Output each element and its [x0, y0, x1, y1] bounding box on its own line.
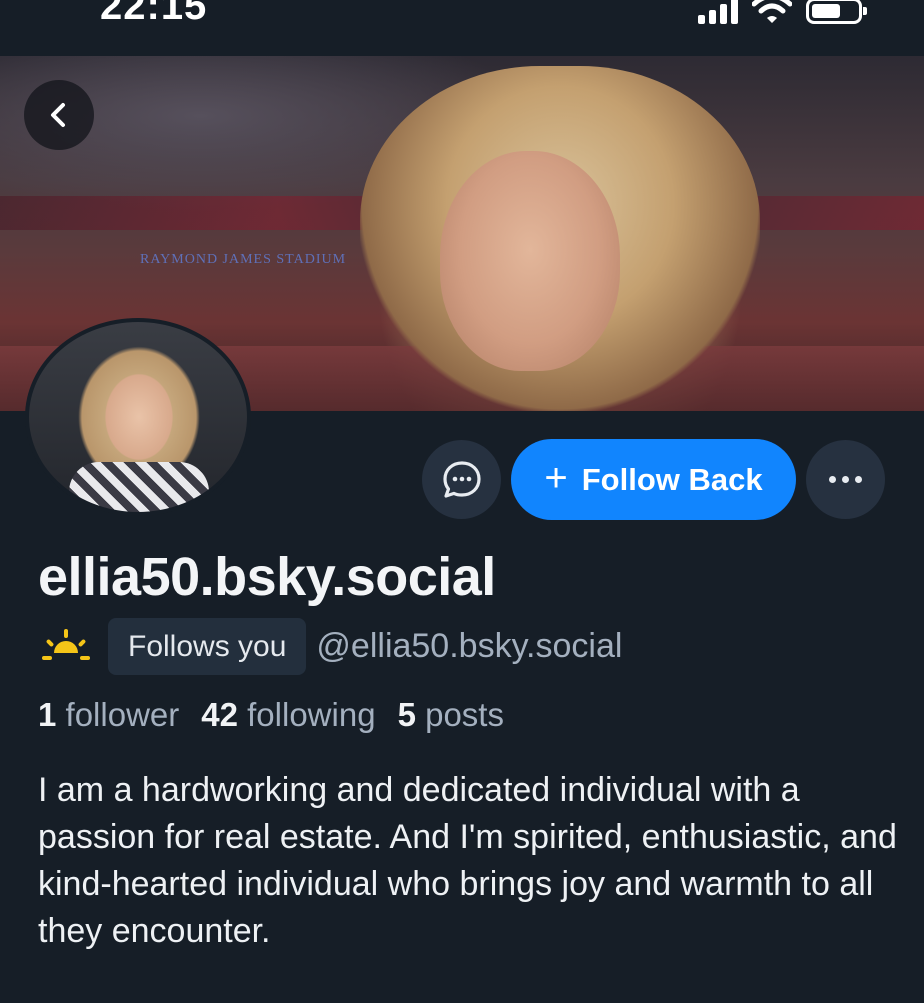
posts-stat: 5 posts	[398, 696, 504, 734]
plus-icon: +	[544, 455, 568, 500]
following-count: 42	[201, 696, 238, 733]
follows-you-badge: Follows you	[108, 618, 307, 675]
back-button[interactable]	[24, 80, 94, 150]
chat-bubble-icon	[442, 460, 481, 498]
profile-stats: 1 follower 42 following 5 posts	[38, 696, 504, 734]
posts-label: posts	[425, 696, 504, 733]
followers-count: 1	[38, 696, 57, 733]
sunrise-icon[interactable]	[38, 627, 94, 667]
battery-icon	[806, 0, 867, 24]
followers-label: follower	[65, 696, 180, 733]
profile-handle-row: Follows you @ellia50.bsky.social	[38, 618, 622, 675]
profile-handle[interactable]: @ellia50.bsky.social	[316, 627, 622, 666]
more-options-button[interactable]	[806, 440, 885, 519]
message-button[interactable]	[422, 440, 501, 519]
following-stat[interactable]: 42 following	[201, 696, 375, 734]
profile-display-name: ellia50.bsky.social	[38, 547, 496, 607]
wifi-icon	[752, 0, 792, 23]
posts-count: 5	[397, 696, 416, 733]
ellipsis-icon	[829, 476, 862, 483]
avatar[interactable]	[25, 318, 251, 516]
banner-stadium-text: RAYMOND JAMES STADIUM	[140, 252, 347, 267]
cell-signal-icon	[698, 0, 738, 24]
avatar-shirt	[69, 462, 209, 512]
followers-stat[interactable]: 1 follower	[38, 696, 179, 734]
status-icons	[698, 0, 867, 24]
banner-face	[440, 151, 620, 371]
follow-back-label: Follow Back	[581, 461, 763, 497]
follow-back-button[interactable]: + Follow Back	[511, 439, 796, 520]
following-label: following	[247, 696, 376, 733]
profile-bio: I am a hardworking and dedicated individ…	[38, 771, 897, 950]
chevron-left-icon	[51, 103, 65, 127]
status-bar: 22:15	[0, 0, 924, 56]
status-time: 22:15	[100, 0, 208, 28]
